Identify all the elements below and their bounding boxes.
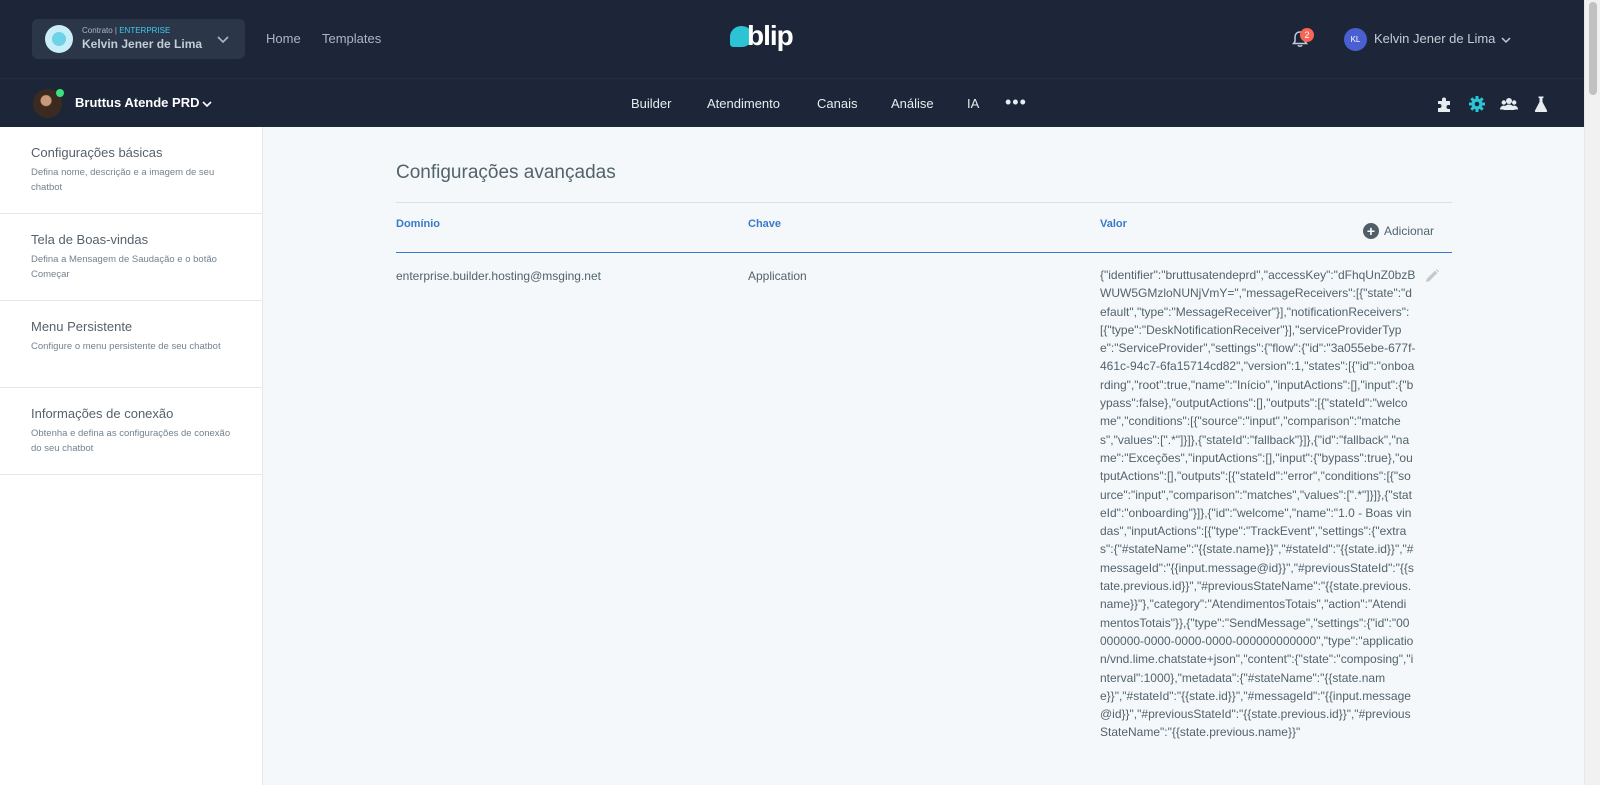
top-bar: Contrato | ENTERPRISE Kelvin Jener de Li… (0, 0, 1584, 78)
settings-sidebar: Configurações básicas Defina nome, descr… (0, 127, 263, 785)
contract-label: Contrato | ENTERPRISE (82, 26, 170, 35)
flask-icon[interactable] (1532, 95, 1550, 113)
sidebar-item-welcome-screen[interactable]: Tela de Boas-vindas Defina a Mensagem de… (0, 214, 263, 301)
divider (396, 202, 1452, 203)
contract-selector[interactable]: Contrato | ENTERPRISE Kelvin Jener de Li… (32, 19, 245, 59)
sidebar-item-title: Informações de conexão (31, 406, 174, 421)
column-header-key: Chave (748, 218, 782, 230)
sidebar-item-desc: Configure o menu persistente de seu chat… (31, 341, 221, 352)
bot-name-selector[interactable]: Bruttus Atende PRD (75, 95, 199, 110)
gear-icon[interactable] (1468, 95, 1486, 113)
chevron-down-icon (217, 36, 229, 44)
bot-bar: Bruttus Atende PRD Builder Atendimento C… (0, 78, 1584, 127)
chevron-down-icon[interactable] (1500, 34, 1512, 46)
team-icon[interactable] (1500, 95, 1518, 113)
nav-ia[interactable]: IA (967, 96, 979, 111)
user-avatar[interactable]: KL (1344, 28, 1367, 51)
column-header-value: Valor (1100, 218, 1127, 230)
user-name[interactable]: Kelvin Jener de Lima (1374, 31, 1495, 46)
contract-name: Kelvin Jener de Lima (82, 37, 203, 51)
row-key: Application (748, 269, 807, 283)
row-value: {"identifier":"bruttusatendeprd","access… (1100, 268, 1416, 740)
chevron-down-icon[interactable] (201, 98, 213, 110)
sidebar-item-persistent-menu[interactable]: Menu Persistente Configure o menu persis… (0, 301, 263, 388)
nav-home-link[interactable]: Home (266, 31, 301, 46)
sidebar-item-desc: Obtenha e defina as configurações de con… (31, 428, 231, 454)
nav-more-button[interactable]: ••• (1005, 93, 1027, 111)
logo-text: blip (747, 20, 794, 51)
sidebar-item-basic-settings[interactable]: Configurações básicas Defina nome, descr… (0, 127, 263, 214)
nav-canais[interactable]: Canais (817, 96, 857, 111)
sidebar-item-desc: Defina a Mensagem de Saudação e o botão … (31, 254, 217, 280)
pencil-icon[interactable] (1424, 268, 1440, 284)
scrollbar-thumb[interactable] (1589, 2, 1597, 95)
puzzle-icon[interactable] (1436, 95, 1454, 113)
plus-circle-icon: + (1363, 223, 1379, 239)
nav-builder[interactable]: Builder (631, 96, 671, 111)
row-domain: enterprise.builder.hosting@msging.net (396, 269, 601, 283)
sidebar-item-title: Tela de Boas-vindas (31, 232, 149, 247)
nav-templates-link[interactable]: Templates (322, 31, 381, 46)
nav-analise[interactable]: Análise (891, 96, 934, 111)
notification-badge: 2 (1300, 28, 1314, 42)
contract-plan: ENTERPRISE (119, 26, 171, 35)
table-header-divider (396, 252, 1452, 253)
sidebar-item-title: Menu Persistente (31, 319, 133, 334)
contract-prefix: Contrato | (82, 26, 117, 35)
sidebar-item-desc: Defina nome, descrição e a imagem de seu… (31, 167, 215, 193)
sidebar-item-connection-info[interactable]: Informações de conexão Obtenha e defina … (0, 388, 263, 475)
page-title: Configurações avançadas (396, 162, 616, 183)
contract-avatar (45, 25, 73, 53)
nav-atendimento[interactable]: Atendimento (707, 96, 780, 111)
sidebar-item-title: Configurações básicas (31, 145, 163, 160)
online-status-icon (56, 89, 64, 97)
page-scrollbar[interactable] (1584, 0, 1600, 785)
add-button-label: Adicionar (1384, 224, 1435, 238)
column-header-domain: Domínio (396, 218, 440, 230)
